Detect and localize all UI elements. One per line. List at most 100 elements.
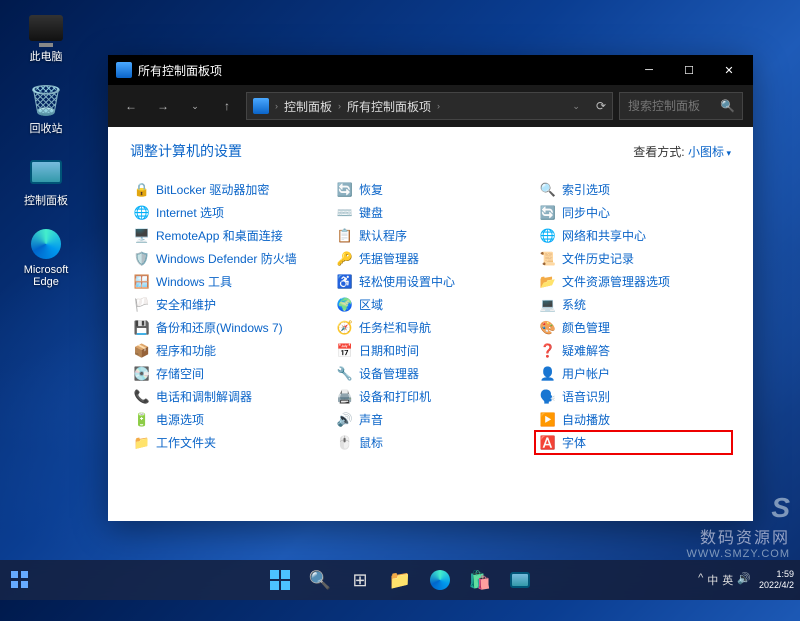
control-panel-item[interactable]: 🔍索引选项 (536, 179, 731, 200)
chevron-down-icon[interactable]: ⌄ (572, 101, 580, 112)
start-button[interactable] (262, 562, 298, 598)
refresh-icon[interactable]: ⟳ (596, 99, 606, 113)
ime-indicator-lang[interactable]: 英 (722, 572, 733, 588)
control-panel-item[interactable]: 🖨️设备和打印机 (333, 386, 528, 407)
time: 1:59 (759, 569, 794, 580)
control-panel-item[interactable]: 🖥️ RemoteApp 和桌面连接 (130, 225, 325, 246)
page-heading: 调整计算机的设置 (130, 141, 242, 161)
control-panel-item[interactable]: 🧭任务栏和导航 (333, 317, 528, 338)
edge-button[interactable] (422, 562, 458, 598)
item-icon: 📁 (134, 435, 150, 451)
item-icon: 👤 (540, 366, 556, 382)
tray-caret[interactable]: ^ (698, 572, 703, 588)
control-panel-item[interactable]: 🔄恢复 (333, 179, 528, 200)
item-icon: 🔄 (337, 182, 353, 198)
widgets-button[interactable] (6, 566, 34, 594)
control-panel-item[interactable]: 🔋电源选项 (130, 409, 325, 430)
control-panel-item[interactable]: 📜文件历史记录 (536, 248, 731, 269)
store-button[interactable]: 🛍️ (462, 562, 498, 598)
forward-button[interactable]: → (150, 93, 176, 119)
breadcrumb-current[interactable]: 所有控制面板项 (347, 98, 431, 115)
control-panel-item[interactable]: 🌍区域 (333, 294, 528, 315)
search-bar[interactable]: 🔍 (619, 92, 743, 120)
item-label: 轻松使用设置中心 (359, 273, 455, 290)
control-panel-item[interactable]: 📋 默认程序 (333, 225, 528, 246)
navbar: ← → ⌄ ↑ › 控制面板 › 所有控制面板项 › ⌄ ⟳ 🔍 (108, 85, 753, 127)
maximize-button[interactable]: ☐ (669, 55, 709, 85)
search-input[interactable] (628, 99, 714, 113)
item-icon: 🗣️ (540, 389, 556, 405)
desktop-icon-edge[interactable]: Microsoft Edge (18, 226, 74, 288)
control-panel-item[interactable]: 🔑凭据管理器 (333, 248, 528, 269)
control-panel-icon (30, 160, 62, 184)
item-icon: 🖥️ (134, 228, 150, 244)
control-panel-item[interactable]: 🔧 设备管理器 (333, 363, 528, 384)
control-panel-item[interactable]: 💽存储空间 (130, 363, 325, 384)
control-panel-item[interactable]: 🅰️字体 (536, 432, 731, 453)
control-panel-item[interactable]: 📅 日期和时间 (333, 340, 528, 361)
item-label: 日期和时间 (359, 342, 419, 359)
control-panel-item[interactable]: 🔄同步中心 (536, 202, 731, 223)
item-label: RemoteApp 和桌面连接 (156, 227, 283, 244)
explorer-button[interactable]: 📁 (382, 562, 418, 598)
control-panel-item[interactable]: 🌐网络和共享中心 (536, 225, 731, 246)
item-label: 默认程序 (359, 227, 407, 244)
item-label: 颜色管理 (562, 319, 610, 336)
viewby-dropdown[interactable]: 小图标 (688, 145, 731, 159)
control-panel-item[interactable]: ❓疑难解答 (536, 340, 731, 361)
control-panel-item[interactable]: 🌐Internet 选项 (130, 202, 325, 223)
ime-indicator-full[interactable]: 中 (707, 572, 718, 588)
recent-dropdown[interactable]: ⌄ (182, 93, 208, 119)
control-panel-item[interactable]: 📞电话和调制解调器 (130, 386, 325, 407)
back-button[interactable]: ← (118, 93, 144, 119)
item-label: 存储空间 (156, 365, 204, 382)
control-panel-item[interactable]: 🔊声音 (333, 409, 528, 430)
item-label: 备份和还原(Windows 7) (156, 319, 283, 336)
control-panel-item[interactable]: 🏳️安全和维护 (130, 294, 325, 315)
control-panel-item[interactable]: 🖱️鼠标 (333, 432, 528, 453)
up-button[interactable]: ↑ (214, 93, 240, 119)
control-panel-item[interactable]: 🪟Windows 工具 (130, 271, 325, 292)
control-panel-item[interactable]: 👤用户帐户 (536, 363, 731, 384)
control-panel-item[interactable]: 📦程序和功能 (130, 340, 325, 361)
item-icon: 🔧 (337, 366, 353, 382)
item-icon: 📂 (540, 274, 556, 290)
control-panel-item[interactable]: 💾备份和还原(Windows 7) (130, 317, 325, 338)
item-label: 索引选项 (562, 181, 610, 198)
control-panel-item[interactable]: ▶️自动播放 (536, 409, 731, 430)
item-icon: ❓ (540, 343, 556, 359)
edge-icon (430, 570, 450, 590)
search-icon[interactable]: 🔍 (720, 99, 735, 113)
item-icon: 📋 (337, 228, 353, 244)
control-panel-item[interactable]: 🗣️语音识别 (536, 386, 731, 407)
address-bar[interactable]: › 控制面板 › 所有控制面板项 › ⌄ ⟳ (246, 92, 613, 120)
task-view-button[interactable]: ⊞ (342, 562, 378, 598)
control-panel-icon (510, 572, 530, 588)
breadcrumb-root[interactable]: 控制面板 (284, 98, 332, 115)
edge-icon (31, 229, 61, 259)
desktop-icon-control-panel[interactable]: 控制面板 (18, 154, 74, 208)
control-panel-item[interactable]: 💻系统 (536, 294, 731, 315)
clock[interactable]: 1:59 2022/4/2 (759, 569, 794, 591)
bin-icon: 🗑️ (28, 82, 64, 118)
minimize-button[interactable]: ─ (629, 55, 669, 85)
item-icon: 🅰️ (540, 435, 556, 451)
control-panel-taskbar[interactable] (502, 562, 538, 598)
control-panel-item[interactable]: ♿轻松使用设置中心 (333, 271, 528, 292)
search-button[interactable]: 🔍 (302, 562, 338, 598)
control-panel-item[interactable]: 🛡️Windows Defender 防火墙 (130, 248, 325, 269)
control-panel-item[interactable]: ⌨️键盘 (333, 202, 528, 223)
item-icon: 📜 (540, 251, 556, 267)
desktop-icon-recycle-bin[interactable]: 🗑️ 回收站 (18, 82, 74, 136)
control-panel-item[interactable]: 🔒BitLocker 驱动器加密 (130, 179, 325, 200)
volume-icon[interactable]: 🔊 (737, 572, 751, 588)
control-panel-item[interactable]: 🎨颜色管理 (536, 317, 731, 338)
titlebar: 所有控制面板项 ─ ☐ ✕ (108, 55, 753, 85)
control-panel-item[interactable]: 📂文件资源管理器选项 (536, 271, 731, 292)
desktop-icon-this-pc[interactable]: 此电脑 (18, 10, 74, 64)
close-button[interactable]: ✕ (709, 55, 749, 85)
item-label: 同步中心 (562, 204, 610, 221)
item-label: 设备管理器 (359, 365, 419, 382)
control-panel-item[interactable]: 📁工作文件夹 (130, 432, 325, 453)
item-icon: 📅 (337, 343, 353, 359)
